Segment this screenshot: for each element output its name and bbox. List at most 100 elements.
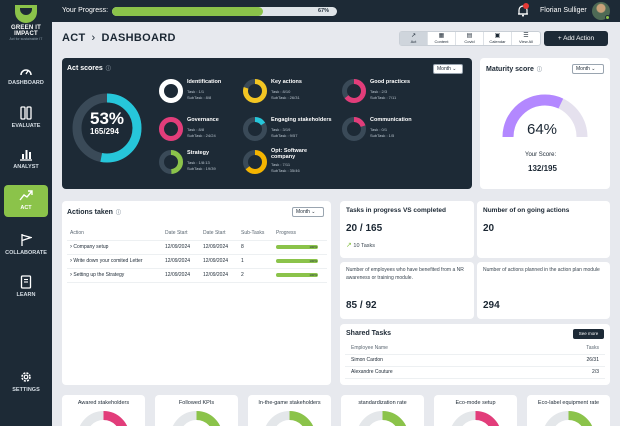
- info-icon[interactable]: ⓘ: [537, 67, 542, 73]
- subtasks-count: 8: [238, 240, 273, 255]
- sidebar-item-label: ACT: [20, 205, 32, 211]
- kpi-card: standardization rate: [341, 395, 424, 426]
- score-subtask: SubTask : 19/39: [187, 166, 216, 171]
- sidebar-item-collaborate[interactable]: COLLABORATE: [4, 230, 48, 262]
- sidebar: GREEN IT IMPACT Act for sustainable IT D…: [0, 0, 52, 426]
- date-start: 12/09/2024: [200, 240, 238, 255]
- ongoing-actions-value: 20: [483, 223, 495, 234]
- notification-badge: [523, 3, 529, 9]
- trend-up-icon: [19, 190, 33, 201]
- tab-covid[interactable]: ▤ Covid: [456, 32, 484, 45]
- tab-label: View All: [519, 39, 533, 44]
- page-title: DASHBOARD: [101, 32, 176, 44]
- ongoing-actions-title: Number of on going actions: [483, 207, 570, 214]
- tab-calendar[interactable]: ▣ Calendar: [484, 32, 512, 45]
- kpi-gauge: [266, 411, 313, 426]
- employee-tasks: 2/3: [516, 366, 605, 379]
- action-cell[interactable]: › Setting up the Strategy: [67, 268, 162, 283]
- user-name[interactable]: Florian Sulliger: [540, 7, 587, 14]
- actions-table: Action Date Start Date Start Sub-Tasks P…: [67, 226, 327, 283]
- employees-benefited-card: Number of employees who have benefited f…: [340, 262, 474, 319]
- tab-content[interactable]: ▦ Content: [428, 32, 456, 45]
- row-progress-bar: 100%: [276, 245, 318, 249]
- row-progress-bar: 100%: [276, 259, 318, 263]
- flag-icon: [21, 234, 32, 246]
- shared-tasks-card: Shared Tasks Employee Name Tasks Simon C…: [340, 324, 610, 385]
- breadcrumb-parent[interactable]: ACT: [62, 32, 86, 44]
- chevron-right-icon[interactable]: ›: [70, 258, 72, 264]
- date-start: 12/09/2024: [200, 268, 238, 283]
- planned-actions-value: 294: [483, 300, 500, 311]
- action-cell[interactable]: › Write down your comited Letter: [67, 254, 162, 269]
- date-start: 12/09/2024: [162, 268, 200, 283]
- sidebar-item-dashboard[interactable]: DASHBOARD: [4, 62, 48, 94]
- view-tabs: ↗ Act ▦ Content ▤ Covid ▣ Calendar ☰ View All: [399, 31, 541, 46]
- row-progress-text: 100%: [309, 272, 317, 277]
- score-details: Task : 3/19 SubTask : 9/57: [271, 127, 297, 139]
- maturity-period-select[interactable]: Month ⌄: [572, 64, 604, 74]
- action-name: Write down your comited Letter: [73, 258, 143, 264]
- sidebar-item-settings[interactable]: SETTINGS: [4, 367, 48, 399]
- actions-taken-title-text: Actions taken: [67, 209, 113, 216]
- score-subtask: SubTask : 26/31: [271, 95, 300, 100]
- progress-bar-fill: [112, 7, 263, 16]
- sidebar-item-learn[interactable]: LEARN: [4, 272, 48, 304]
- table-row[interactable]: › Company setup 12/09/2024 12/09/2024 8 100%: [67, 240, 327, 255]
- sidebar-item-label: EVALUATE: [11, 123, 41, 129]
- sidebar-item-label: SETTINGS: [12, 387, 40, 393]
- score-details: Task : 8/10 SubTask : 26/31: [271, 89, 300, 101]
- table-row[interactable]: › Write down your comited Letter 12/09/20…: [67, 254, 327, 269]
- brand-logo[interactable]: GREEN IT IMPACT Act for sustainable IT: [0, 5, 52, 41]
- period-value: Month: [576, 66, 590, 72]
- sidebar-item-evaluate[interactable]: EVALUATE: [4, 103, 48, 135]
- tab-act[interactable]: ↗ Act: [400, 32, 428, 45]
- column-header: Action: [67, 226, 162, 241]
- tasks-progress-title: Tasks in progress VS completed: [346, 207, 446, 214]
- info-icon[interactable]: ⓘ: [116, 210, 121, 216]
- tab-view-all[interactable]: ☰ View All: [512, 32, 540, 45]
- score-name: Key actions: [271, 79, 302, 85]
- action-cell[interactable]: › Company setup: [67, 240, 162, 255]
- chevron-right-icon: ›: [91, 32, 96, 44]
- date-start: 12/09/2024: [200, 254, 238, 269]
- add-action-button[interactable]: + Add Action: [544, 31, 608, 46]
- brand-tagline: Act for sustainable IT: [9, 37, 43, 41]
- score-details: Task : 0/1 SubTask : 1/5: [370, 127, 394, 139]
- actions-period-select[interactable]: Month ⌄: [292, 207, 324, 217]
- score-details: Task : 8/8 SubTask : 24/24: [187, 127, 216, 139]
- top-bar: Your Progress: 67% Florian Sulliger: [52, 0, 620, 22]
- brand-name: GREEN IT IMPACT: [11, 25, 41, 37]
- kpi-gauge: [452, 411, 499, 426]
- table-row[interactable]: Simon Cardon 26/31: [345, 354, 605, 367]
- kpi-gauge-fill: [103, 411, 127, 426]
- kpi-gauge: [80, 411, 127, 426]
- actions-taken-card: Actions taken ⓘ Month ⌄ Action Date Start…: [62, 201, 331, 385]
- score-subtask: SubTask : 9/57: [271, 133, 298, 138]
- score-details: Task : 1/1 SubTask : 8/8: [187, 89, 211, 101]
- sidebar-item-label: COLLABORATE: [5, 250, 47, 256]
- column-header: Progress: [273, 226, 327, 241]
- column-header: Employee Name: [345, 342, 517, 355]
- chevron-right-icon[interactable]: ›: [70, 272, 72, 278]
- maturity-title: Maturity score ⓘ: [486, 66, 542, 73]
- action-name: Setting up the Strategy: [73, 272, 125, 278]
- kpi-card-title: Eco-mode setup: [455, 400, 496, 406]
- chevron-down-icon: ⌄: [591, 66, 596, 72]
- tasks-progress-value: 20 / 165: [346, 223, 383, 234]
- sidebar-item-analyst[interactable]: ANALYST: [4, 144, 48, 176]
- sidebar-item-label: LEARN: [16, 292, 36, 298]
- subtasks-count: 2: [238, 268, 273, 283]
- score-subtask: SubTask : 35/46: [271, 168, 300, 173]
- sidebar-item-label: DASHBOARD: [8, 80, 44, 86]
- bar-chart-icon: [20, 150, 32, 161]
- table-row[interactable]: › Setting up the Strategy 12/09/2024 12/09…: [67, 268, 327, 283]
- progress-label: Your Progress:: [62, 7, 109, 14]
- maturity-title-text: Maturity score: [486, 66, 534, 73]
- sidebar-item-act[interactable]: ACT: [4, 185, 48, 217]
- tab-label: Content: [434, 39, 449, 44]
- kpi-gauge-fill: [475, 411, 499, 426]
- see-more-button[interactable]: See more: [573, 329, 604, 339]
- chevron-right-icon[interactable]: ›: [70, 244, 72, 250]
- table-row[interactable]: Alexandre Couture 2/3: [345, 366, 605, 379]
- date-start: 12/09/2024: [162, 240, 200, 255]
